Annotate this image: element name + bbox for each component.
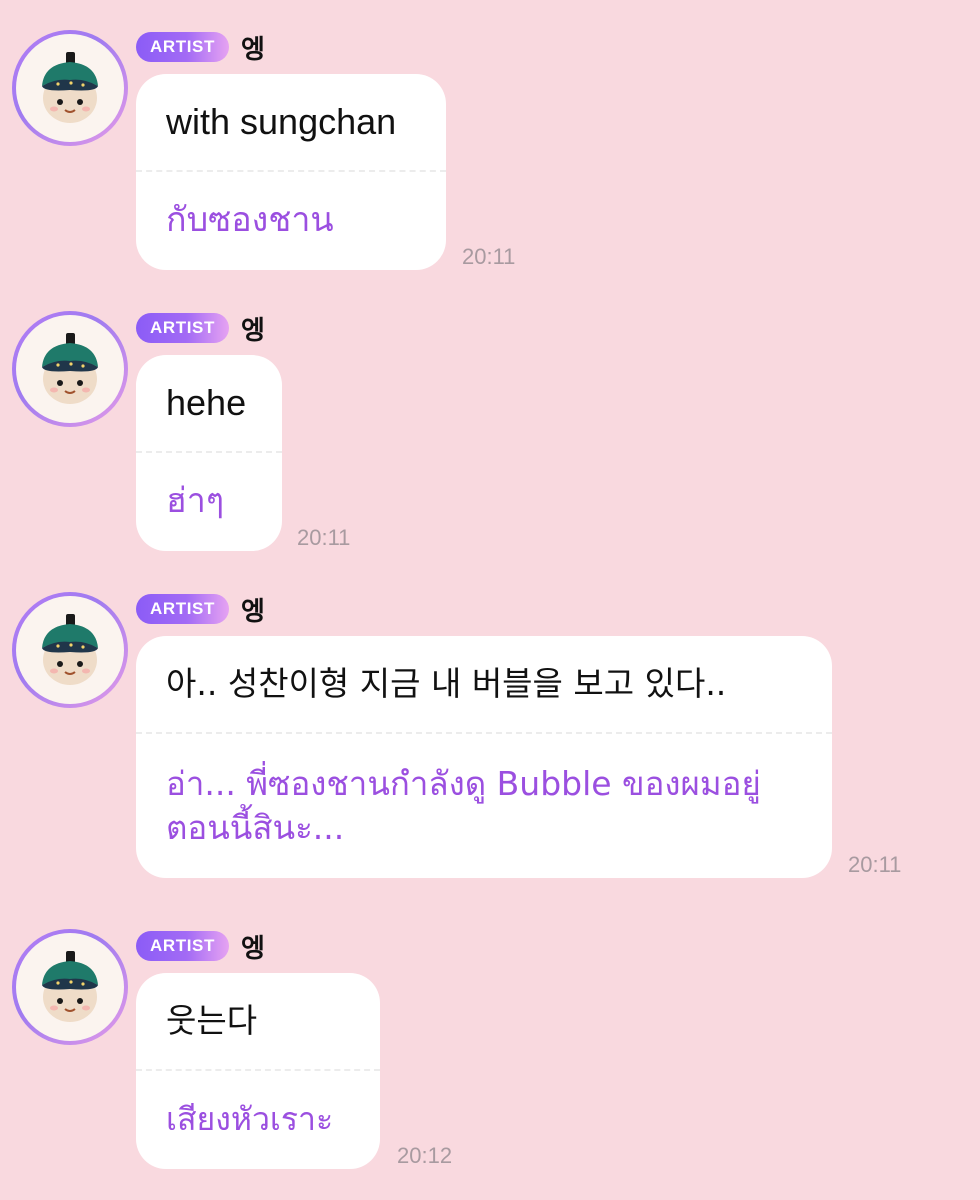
translation-text: เสียงหัวเราะ: [166, 1100, 334, 1138]
message-timestamp: 20:11: [462, 244, 516, 269]
translation-text: กับซองชาน: [166, 200, 334, 240]
sender-name: 엥: [240, 596, 265, 627]
plush-doll-avatar-icon: [16, 933, 124, 1041]
message-bubble[interactable]: 아.. 성찬이형 지금 내 버블을 보고 있다.. อ่า... พี่ซองช…: [136, 636, 832, 878]
translation-divider: [136, 451, 282, 453]
message-bubble[interactable]: hehe ฮ่าๆ: [136, 355, 282, 551]
artist-avatar[interactable]: [12, 592, 128, 708]
translation-text: อ่า... พี่ซองชานกำลังดู Bubble ของผมอยู่…: [166, 764, 761, 847]
message-timestamp: 20:12: [397, 1143, 453, 1168]
sender-name: 엥: [240, 34, 265, 65]
translation-divider: [136, 170, 446, 172]
message-text: 웃는다: [166, 1001, 258, 1040]
message-text: with sungchan: [166, 101, 397, 142]
sender-name: 엥: [240, 315, 265, 346]
plush-doll-avatar-icon: [16, 34, 124, 142]
sender-row: ARTIST 엥: [136, 929, 265, 964]
artist-avatar[interactable]: [12, 929, 128, 1045]
plush-doll-avatar-icon: [16, 596, 124, 704]
artist-badge: ARTIST: [136, 32, 229, 62]
sender-row: ARTIST 엥: [136, 311, 265, 346]
message-text: hehe: [166, 382, 247, 423]
translation-text: ฮ่าๆ: [166, 481, 225, 521]
message-text: 아.. 성찬이형 지금 내 버블을 보고 있다..: [166, 664, 727, 703]
translation-divider: [136, 1069, 380, 1071]
artist-badge: ARTIST: [136, 313, 229, 343]
artist-badge: ARTIST: [136, 931, 229, 961]
artist-badge: ARTIST: [136, 594, 229, 624]
artist-avatar[interactable]: [12, 30, 128, 146]
message-bubble[interactable]: 웃는다 เสียงหัวเราะ: [136, 973, 380, 1169]
sender-row: ARTIST 엥: [136, 592, 265, 627]
artist-avatar[interactable]: [12, 311, 128, 427]
message-timestamp: 20:11: [848, 852, 902, 877]
plush-doll-avatar-icon: [16, 315, 124, 423]
sender-row: ARTIST 엥: [136, 30, 265, 65]
sender-name: 엥: [240, 933, 265, 964]
message-bubble[interactable]: with sungchan กับซองชาน: [136, 74, 446, 270]
message-timestamp: 20:11: [297, 525, 351, 550]
translation-divider: [136, 732, 832, 734]
